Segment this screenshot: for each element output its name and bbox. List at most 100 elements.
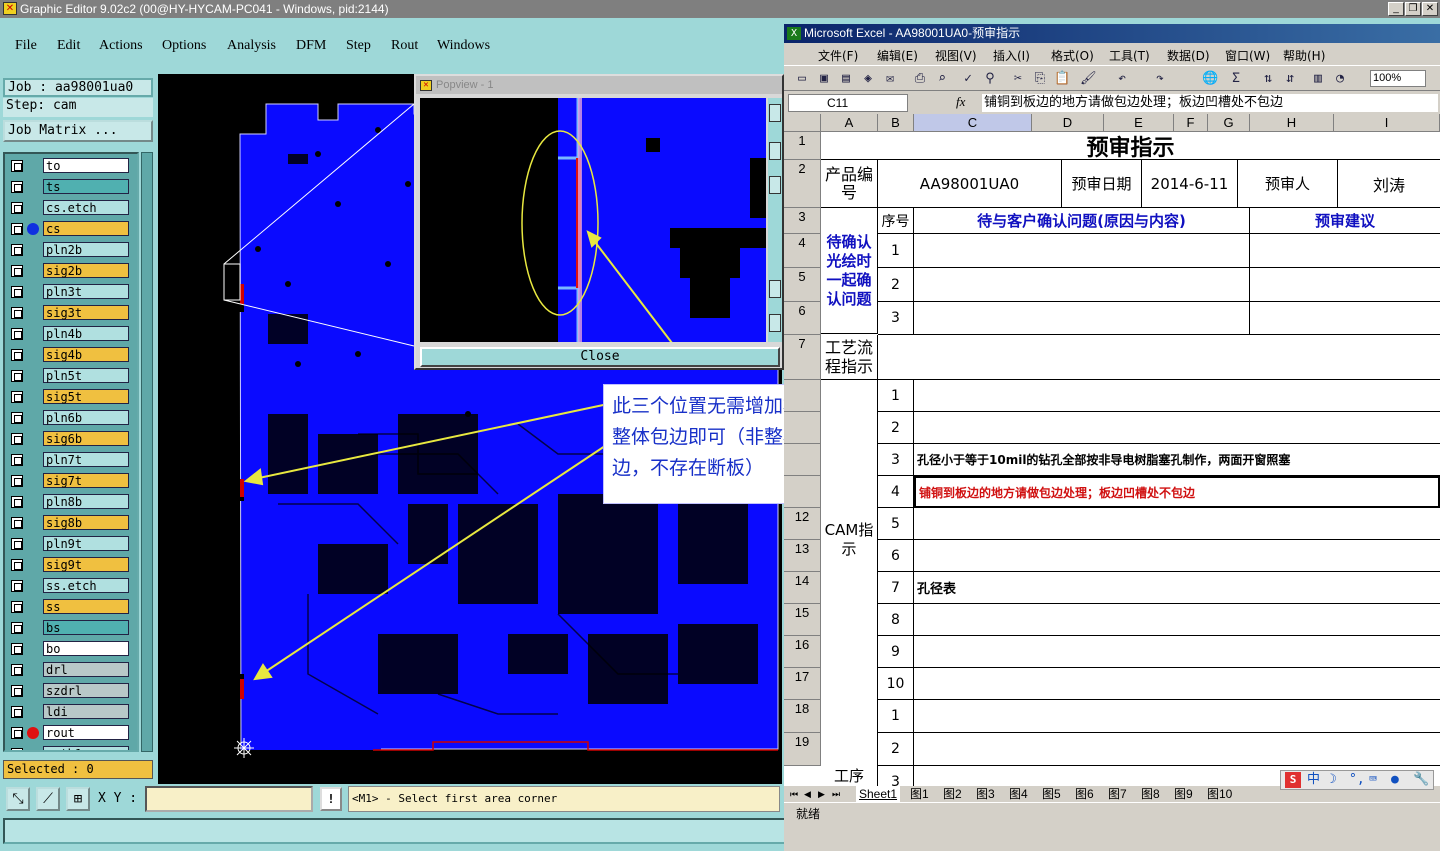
layer-name[interactable]: sig5t [43,389,129,404]
layer-name[interactable]: rout [43,725,129,740]
layer-checkbox[interactable] [11,727,23,739]
row-header[interactable] [784,380,821,412]
column-header[interactable]: I [1334,114,1440,132]
popview-tool-button[interactable] [769,280,781,298]
layer-name[interactable]: pln5t [43,368,129,383]
layer-name[interactable]: pln4b [43,326,129,341]
menu-dfm[interactable]: DFM [296,38,326,54]
layer-checkbox[interactable] [11,223,23,235]
layer-row[interactable]: pln5t [7,368,137,384]
layer-checkbox[interactable] [11,475,23,487]
cam-seq[interactable]: 1 [878,380,914,412]
excel-menu-edit[interactable]: 编辑(E) [877,47,918,64]
layer-row[interactable]: sig5t [7,389,137,405]
popview-close-button[interactable]: Close [420,347,780,367]
zoom-area-icon[interactable]: ⤡ [6,787,30,811]
sheet-nav-icon[interactable]: ⏮ [790,786,798,802]
cut-icon[interactable]: ✂ [1010,71,1026,87]
layer-checkbox[interactable] [11,706,23,718]
cam-seq[interactable]: 9 [878,636,914,668]
excel-menu-file[interactable]: 文件(F) [818,47,858,64]
layer-name[interactable]: sig2b [43,263,129,278]
layer-checkbox[interactable] [11,685,23,697]
layer-row[interactable]: pln4b [7,326,137,342]
layer-checkbox[interactable] [11,433,23,445]
layer-name[interactable]: sig6b [43,431,129,446]
cam-item[interactable] [914,412,1440,444]
review-date-label[interactable]: 预审日期 [1062,160,1142,208]
work-label[interactable]: 工序 [821,700,878,786]
format-painter-icon[interactable]: 🖌 [1080,71,1097,87]
work-cell[interactable] [914,733,1440,766]
undo-icon[interactable]: ↶ [1114,71,1130,87]
paste-icon[interactable]: 📋 [1054,71,1070,87]
cam-seq[interactable]: 8 [878,604,914,636]
excel-menu-format[interactable]: 格式(O) [1051,47,1094,64]
settings-icon[interactable]: 🔧 [1413,771,1429,789]
layer-row[interactable]: rout [7,725,137,741]
cam-seq[interactable]: 4 [878,476,914,508]
autosum-icon[interactable]: Σ [1228,71,1244,87]
layer-row[interactable]: pln9t [7,536,137,552]
layer-checkbox[interactable] [11,349,23,361]
cam-seq[interactable]: 7 [878,572,914,604]
cam-item[interactable] [914,540,1440,572]
layer-name[interactable]: sig7t [43,473,129,488]
user-icon[interactable]: ● [1391,771,1399,789]
layer-checkbox[interactable] [11,643,23,655]
menu-analysis[interactable]: Analysis [227,38,276,54]
xy-input[interactable] [145,786,313,812]
sheet-tab[interactable]: 图7 [1106,786,1129,802]
column-header[interactable]: B [878,114,914,132]
suggest-cell[interactable] [1250,234,1440,268]
layer-checkbox[interactable] [11,181,23,193]
layer-row[interactable]: pln8b [7,494,137,510]
layer-row[interactable]: sig8b [7,515,137,531]
minimize-button[interactable]: _ [1388,2,1404,16]
layer-name[interactable]: sig4b [43,347,129,362]
ime-punct-icon[interactable]: °, [1349,771,1365,789]
row-header[interactable]: 7 [784,335,821,380]
sheet-tab[interactable]: 图10 [1205,786,1234,802]
layer-name[interactable]: sig8b [43,515,129,530]
layer-name[interactable]: pln8b [43,494,129,509]
popview-tool-button[interactable] [769,314,781,332]
layer-name[interactable]: drl [43,662,129,677]
layer-name[interactable]: mpth1 [43,746,129,750]
menu-file[interactable]: File [15,38,37,54]
layer-row[interactable]: cs.etch [7,200,137,216]
layer-row[interactable]: sig6b [7,431,137,447]
hyperlink-icon[interactable]: 🌐 [1202,71,1218,87]
confirm-seq[interactable]: 3 [878,302,914,335]
work-seq[interactable]: 1 [878,700,914,733]
layer-row[interactable]: pln6b [7,410,137,426]
open-icon[interactable]: ▣ [816,71,832,87]
layer-checkbox[interactable] [11,559,23,571]
column-header[interactable]: G [1208,114,1250,132]
cam-item[interactable] [914,380,1440,412]
column-header[interactable]: C [914,114,1032,132]
layer-row[interactable]: pln2b [7,242,137,258]
cam-item[interactable]: 孔径表 [914,572,1440,604]
cam-item[interactable]: 铺铜到板边的地方请做包边处理；板边凹槽处不包边 [914,476,1440,508]
cam-item[interactable]: 孔径小于等于10mil的钻孔全部按非导电树脂塞孔制作，两面开窗照塞 [914,444,1440,476]
column-header[interactable]: F [1174,114,1208,132]
layer-row[interactable]: pln3t [7,284,137,300]
menu-windows[interactable]: Windows [437,38,490,54]
layer-name[interactable]: to [43,158,129,173]
confirm-header[interactable]: 待与客户确认问题(原因与内容) [914,208,1250,234]
save-icon[interactable]: ▤ [838,71,854,87]
spelling-icon[interactable]: ✓ [960,71,976,87]
layer-checkbox[interactable] [11,580,23,592]
layer-checkbox[interactable] [11,160,23,172]
sheet-tab[interactable]: 图4 [1007,786,1030,802]
layer-name[interactable]: bs [43,620,129,635]
layer-row[interactable]: sig4b [7,347,137,363]
layer-name[interactable]: ss.etch [43,578,129,593]
layer-name[interactable]: sig3t [43,305,129,320]
layer-name[interactable]: pln6b [43,410,129,425]
layer-name[interactable]: cs.etch [43,200,129,215]
layer-checkbox[interactable] [11,202,23,214]
confirm-cell[interactable] [914,234,1250,268]
layer-row[interactable]: sig7t [7,473,137,489]
